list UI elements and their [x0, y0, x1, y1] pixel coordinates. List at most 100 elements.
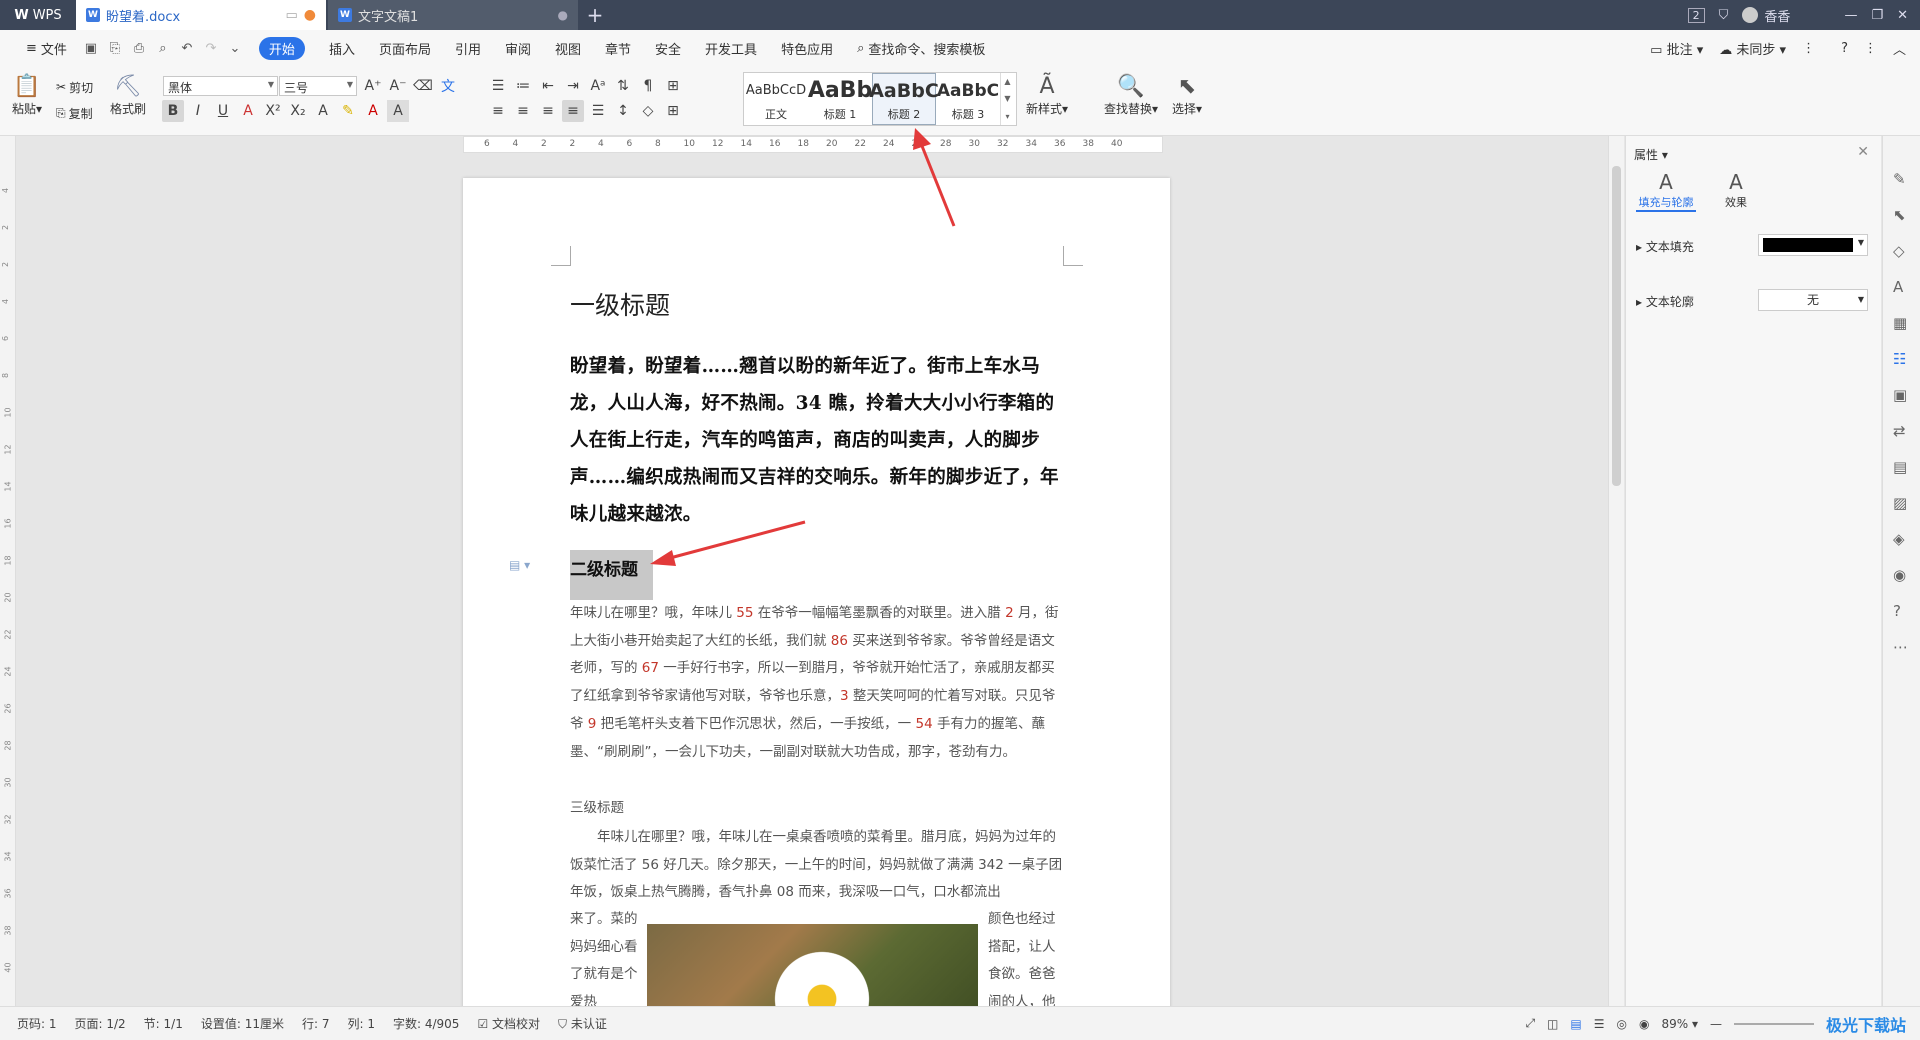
scroll-thumb[interactable] [1612, 166, 1621, 486]
window-count-badge[interactable]: 2 [1687, 7, 1705, 23]
command-search[interactable]: ⌕ 查找命令、搜索模板 [845, 30, 997, 66]
justify-icon[interactable]: ≡ [562, 100, 584, 122]
change-case-icon[interactable]: Aᵃ [587, 75, 609, 97]
show-marks-icon[interactable]: ¶ [637, 75, 659, 97]
status-pages[interactable]: 页面: 1/2 [66, 1015, 135, 1032]
menu-item-view[interactable]: 视图 [543, 30, 593, 66]
wps-home-button[interactable]: W WPS [0, 0, 76, 30]
align-center-icon[interactable]: ≡ [512, 100, 534, 122]
layout-icon[interactable]: ▣ [1893, 386, 1907, 404]
close-panel-icon[interactable]: ✕ [1857, 144, 1869, 160]
status-page-number[interactable]: 页码: 1 [8, 1015, 66, 1032]
paragraph-1[interactable]: 年味儿在哪里？哦，年味儿 55 在爷爷一幅幅笔墨飘香的对联里。进入腊 2 月，街… [570, 600, 1065, 766]
archive-icon[interactable]: ▤ [1893, 458, 1907, 476]
shapes-icon[interactable]: ◇ [1893, 242, 1905, 260]
new-style-button[interactable]: Ã 新样式▾ [1026, 74, 1068, 117]
new-tab-button[interactable]: + [578, 0, 612, 30]
menu-item-reference[interactable]: 引用 [443, 30, 493, 66]
bold-paragraph[interactable]: 盼望着，盼望着……翘首以盼的新年近了。街市上车水马龙，人山人海，好不热闹。34 … [570, 348, 1065, 533]
phonetic-icon[interactable]: 文 [437, 75, 459, 97]
text-style-icon[interactable]: A [1893, 278, 1903, 296]
text-outline-row[interactable]: ▸ 文本轮廓 [1636, 293, 1694, 310]
align-left-icon[interactable]: ≡ [487, 100, 509, 122]
cursor-icon[interactable]: ⬉ [1893, 206, 1906, 224]
clear-format-icon[interactable]: ⌫ [412, 75, 434, 97]
tab-effect[interactable]: A 效果 [1706, 170, 1766, 210]
page-view-icon[interactable]: ▤ [1570, 1017, 1581, 1031]
shading-icon[interactable]: ◇ [637, 100, 659, 122]
tab-document-2[interactable]: W 文字文稿1 ● [328, 0, 578, 30]
two-page-icon[interactable]: ◫ [1547, 1017, 1558, 1031]
text-outline-select[interactable]: 无 ▼ [1758, 289, 1868, 311]
chart-icon[interactable]: ◉ [1893, 566, 1906, 584]
align-right-icon[interactable]: ≡ [537, 100, 559, 122]
style-heading-1[interactable]: AaBb 标题 1 [808, 73, 872, 125]
skin-icon[interactable]: ⛉ [1719, 8, 1729, 23]
vertical-ruler[interactable]: 4 2 2 4 6 8 10 12 14 16 18 20 22 24 26 28 30 32 34 36 38 40 [0, 136, 16, 1006]
more-vertical-icon[interactable]: ⋮ [1864, 41, 1877, 56]
minimize-icon[interactable]: — [1844, 8, 1857, 23]
customize-icon[interactable]: ⌄ [223, 41, 247, 56]
fullscreen-icon[interactable]: ⤢ [1525, 1016, 1535, 1031]
font-size-select[interactable]: 三号 ▼ [279, 76, 357, 96]
subscript-icon[interactable]: X₂ [287, 100, 309, 122]
auth-button[interactable]: ⛉ 未认证 [549, 1015, 616, 1032]
heading-3[interactable]: 三级标题 [570, 796, 624, 816]
line-spacing-icon[interactable]: ↕ [612, 100, 634, 122]
menu-item-start[interactable]: 开始 [247, 30, 317, 66]
status-words[interactable]: 字数: 4/905 [384, 1015, 468, 1032]
paragraph-menu-icon[interactable]: ▤ ▾ [509, 558, 530, 572]
style-normal[interactable]: AaBbCcD 正文 [744, 73, 808, 125]
heading-2[interactable]: 二级标题 [570, 555, 638, 580]
maximize-icon[interactable]: ❐ [1871, 8, 1883, 23]
help-circle-icon[interactable]: ? [1893, 602, 1901, 620]
shrink-font-icon[interactable]: A⁻ [387, 75, 409, 97]
menu-item-devtools[interactable]: 开发工具 [693, 30, 769, 66]
more-styles-icon[interactable]: ▾ [1005, 112, 1009, 121]
menu-item-insert[interactable]: 插入 [317, 30, 367, 66]
horizontal-ruler[interactable]: 6 4 2 2 4 6 8 10 12 14 16 18 20 22 24 26 28 30 32 34 36 38 40 [463, 136, 1163, 153]
outline-view-icon[interactable]: ☰ [1594, 1017, 1605, 1031]
sync-button[interactable]: ☁ 未同步 ▾ [1719, 39, 1786, 58]
close-window-icon[interactable]: ✕ [1897, 8, 1908, 23]
wrapped-text-right[interactable]: 颜色也经过搭配，让人食欲。爸爸闹的人，他 [988, 906, 1065, 1017]
text-effect-icon[interactable]: A [312, 100, 334, 122]
char-shading-icon[interactable]: A [387, 100, 409, 122]
bullet-list-icon[interactable]: ☰ [487, 75, 509, 97]
increase-indent-icon[interactable]: ⇥ [562, 75, 584, 97]
table-icon[interactable]: ▦ [1893, 314, 1907, 332]
menu-item-special[interactable]: 特色应用 [769, 30, 845, 66]
comment-button[interactable]: ▭ 批注 ▾ [1650, 39, 1703, 58]
export-icon[interactable]: ⎘ [103, 41, 127, 56]
underline-icon[interactable]: U [212, 100, 234, 122]
status-setting[interactable]: 设置值: 11厘米 [192, 1015, 293, 1032]
document-page[interactable]: 一级标题 盼望着，盼望着……翘首以盼的新年近了。街市上车水马龙，人山人海，好不热… [463, 178, 1170, 1018]
share-icon[interactable]: ◈ [1893, 530, 1905, 548]
sort-icon[interactable]: ⇅ [612, 75, 634, 97]
status-col[interactable]: 列: 1 [338, 1015, 384, 1032]
zoom-level[interactable]: 89% ▾ [1661, 1017, 1698, 1031]
table-border-icon[interactable]: ⊞ [662, 75, 684, 97]
translate-icon[interactable]: ⇄ [1893, 422, 1906, 440]
tab-close-icon[interactable]: ● [558, 8, 568, 22]
text-fill-row[interactable]: ▸ 文本填充 [1636, 238, 1694, 255]
paragraph-2[interactable]: 年味儿在哪里？哦，年味儿在一桌桌香喷喷的菜肴里。腊月底，妈妈为过年的饭菜忙活了 … [570, 824, 1065, 907]
zoom-slider[interactable] [1733, 1022, 1814, 1025]
zoom-out-icon[interactable]: — [1710, 1017, 1722, 1031]
chevron-down-icon[interactable]: ▼ [1004, 94, 1010, 103]
highlight-icon[interactable]: ✎ [337, 100, 359, 122]
style-heading-2[interactable]: AaBbC 标题 2 [869, 73, 939, 125]
italic-icon[interactable]: I [187, 100, 209, 122]
collapse-ribbon-icon[interactable]: ︿ [1893, 39, 1906, 58]
properties-icon[interactable]: ☷ [1893, 350, 1906, 368]
paste-button[interactable]: 📋 粘贴▾ [12, 74, 42, 117]
wrapped-text-left[interactable]: 来了。菜的妈妈细心看了就有是个爱热 [570, 906, 640, 1017]
status-section[interactable]: 节: 1/1 [135, 1015, 192, 1032]
select-button[interactable]: ⬉ 选择▾ [1172, 74, 1202, 117]
cut-button[interactable]: ✂ 剪切 [56, 76, 93, 98]
menu-item-layout[interactable]: 页面布局 [367, 30, 443, 66]
panel-title[interactable]: 属性 ▾ [1634, 146, 1668, 163]
proofread-button[interactable]: ☑ 文档校对 [468, 1015, 549, 1032]
monitor-icon[interactable]: ▭ [285, 8, 297, 23]
styles-scroll[interactable]: ▲ ▼ ▾ [1000, 73, 1014, 125]
